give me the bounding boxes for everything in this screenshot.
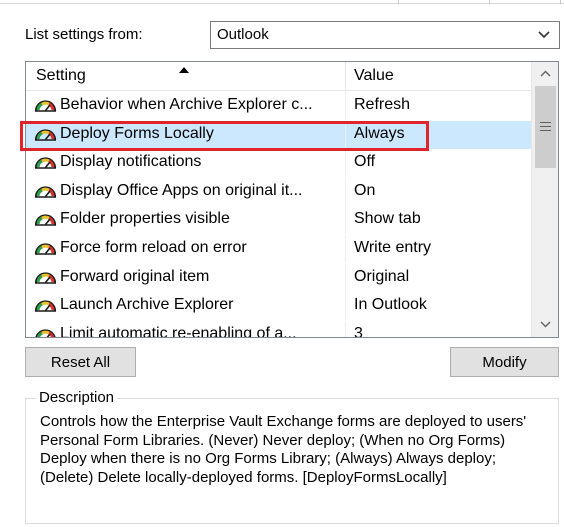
column-divider[interactable] — [345, 62, 346, 91]
table-row[interactable]: Folder properties visible Show tab — [26, 206, 531, 235]
description-legend: Description — [36, 389, 118, 406]
gauge-icon — [34, 300, 57, 312]
table-row[interactable]: Behavior when Archive Explorer c... Refre… — [26, 92, 531, 120]
scroll-thumb[interactable] — [535, 86, 556, 168]
column-divider — [345, 235, 346, 263]
gauge-icon — [34, 214, 57, 227]
list-settings-label: List settings from: — [25, 26, 143, 43]
vertical-scrollbar[interactable] — [531, 62, 558, 337]
scroll-up-button[interactable] — [532, 63, 558, 85]
gauge-icon — [34, 272, 57, 284]
scroll-down-button[interactable] — [532, 314, 558, 336]
setting-value: On — [354, 181, 376, 199]
description-text: Controls how the Enterprise Vault Exchan… — [40, 413, 527, 486]
table-row[interactable]: Force form reload on error Write entry — [26, 235, 531, 263]
gauge-icon — [34, 186, 57, 198]
column-divider — [345, 320, 346, 337]
column-divider — [345, 120, 346, 149]
gauge-icon — [34, 243, 57, 255]
column-header-value[interactable]: Value — [354, 67, 394, 85]
gauge-icon — [34, 100, 57, 112]
grip-line — [540, 130, 551, 131]
setting-name: Limit automatic re-enabling of a... — [60, 324, 297, 338]
modify-button[interactable]: Modify — [450, 347, 559, 377]
list-header: Setting Value — [26, 62, 531, 91]
column-divider — [345, 206, 346, 235]
column-divider — [345, 263, 346, 292]
setting-name: Forward original item — [60, 267, 210, 285]
chevron-down-icon — [538, 31, 550, 39]
setting-name: Deploy Forms Locally — [60, 124, 214, 142]
gauge-icon — [34, 129, 57, 141]
setting-value: 3 — [354, 324, 363, 338]
settings-list[interactable]: Setting Value Behavior when Archive Expl… — [25, 61, 559, 338]
setting-name: Folder properties visible — [60, 210, 230, 228]
gauge-icon — [34, 157, 57, 169]
table-row[interactable]: Deploy Forms Locally Always — [26, 120, 531, 149]
tab-edge — [560, 0, 564, 4]
tab-edge — [398, 0, 490, 4]
column-divider — [345, 149, 346, 178]
table-row[interactable]: Launch Archive Explorer In Outlook — [26, 292, 531, 321]
chevron-down-icon — [540, 321, 551, 328]
list-settings-value: Outlook — [217, 26, 269, 43]
column-divider — [345, 177, 346, 206]
setting-value: Show tab — [354, 210, 421, 228]
reset-all-button[interactable]: Reset All — [25, 347, 136, 377]
setting-name: Force form reload on error — [60, 239, 247, 256]
column-header-setting[interactable]: Setting — [36, 67, 86, 85]
setting-name: Display notifications — [60, 153, 202, 171]
table-row[interactable]: Display Office Apps on original it... On — [26, 177, 531, 206]
list-settings-combobox[interactable]: Outlook — [210, 21, 560, 49]
grip-line — [540, 126, 551, 127]
setting-name: Launch Archive Explorer — [60, 296, 234, 314]
setting-name: Display Office Apps on original it... — [60, 181, 303, 199]
setting-value: Off — [354, 153, 376, 171]
chevron-up-icon — [540, 70, 551, 77]
grip-line — [540, 122, 551, 123]
column-divider — [345, 292, 346, 321]
column-divider — [345, 92, 346, 120]
table-row[interactable]: Forward original item Original — [26, 263, 531, 292]
setting-value: Write entry — [354, 239, 432, 256]
setting-name: Behavior when Archive Explorer c... — [60, 96, 313, 113]
table-row[interactable]: Display notifications Off — [26, 149, 531, 178]
setting-value: Original — [354, 267, 410, 285]
setting-value: Refresh — [354, 96, 411, 113]
setting-value: In Outlook — [354, 296, 427, 314]
setting-value: Always — [354, 124, 405, 142]
sort-ascending-icon — [179, 67, 189, 73]
gauge-icon — [35, 329, 56, 337]
table-row[interactable]: Limit automatic re-enabling of a... 3 — [26, 320, 531, 338]
